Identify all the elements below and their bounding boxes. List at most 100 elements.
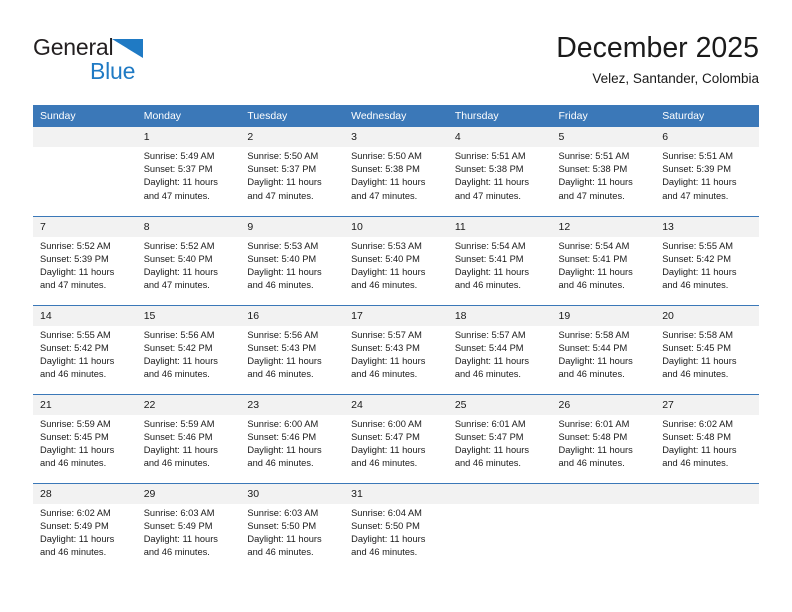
daylight-text-cont: and 46 minutes.	[662, 280, 729, 291]
daylight-text: Daylight: 11 hours	[143, 177, 218, 188]
day-cell[interactable]: 28 Sunrise: 6:02 AM Sunset: 5:49 PM Dayl…	[33, 482, 137, 572]
day-cell[interactable]: 17 Sunrise: 5:57 AM Sunset: 5:43 PM Dayl…	[344, 304, 448, 394]
day-cell[interactable]: 14 Sunrise: 5:55 AM Sunset: 5:42 PM Dayl…	[33, 304, 137, 394]
daylight-text: Daylight: 11 hours	[662, 266, 737, 277]
day-cell[interactable]: 3 Sunrise: 5:50 AM Sunset: 5:38 PM Dayli…	[344, 127, 448, 216]
sunset-text: Sunset: 5:50 PM	[247, 520, 317, 531]
column-header-monday: Monday	[136, 105, 241, 127]
sunset-text: Sunset: 5:43 PM	[247, 342, 317, 353]
day-cell[interactable]: 13 Sunrise: 5:55 AM Sunset: 5:42 PM Dayl…	[655, 215, 759, 305]
day-cell[interactable]: 26 Sunrise: 6:01 AM Sunset: 5:48 PM Dayl…	[551, 393, 656, 483]
daylight-text: Daylight: 11 hours	[662, 177, 737, 188]
daylight-text: Daylight: 11 hours	[351, 444, 426, 455]
logo-triangle-icon	[112, 39, 144, 64]
day-number: 29	[136, 483, 241, 504]
daylight-text: Daylight: 11 hours	[558, 444, 633, 455]
day-number: 6	[655, 127, 759, 147]
day-cell[interactable]: 11 Sunrise: 5:54 AM Sunset: 5:41 PM Dayl…	[447, 215, 552, 305]
day-details: Sunrise: 5:51 AM Sunset: 5:39 PM Dayligh…	[655, 147, 759, 203]
day-cell[interactable]: 2 Sunrise: 5:50 AM Sunset: 5:37 PM Dayli…	[240, 127, 345, 216]
daylight-text: Daylight: 11 hours	[247, 177, 322, 188]
daylight-text: Daylight: 11 hours	[143, 533, 218, 544]
page-subtitle: Velez, Santander, Colombia	[592, 71, 759, 86]
day-number: 20	[655, 305, 759, 326]
day-cell[interactable]: 27 Sunrise: 6:02 AM Sunset: 5:48 PM Dayl…	[655, 393, 759, 483]
day-cell[interactable]: 21 Sunrise: 5:59 AM Sunset: 5:45 PM Dayl…	[33, 393, 137, 483]
daylight-text-cont: and 46 minutes.	[454, 280, 521, 291]
day-cell[interactable]: 20 Sunrise: 5:58 AM Sunset: 5:45 PM Dayl…	[655, 304, 759, 394]
daylight-text-cont: and 46 minutes.	[558, 280, 625, 291]
day-number: 31	[344, 483, 448, 504]
day-cell[interactable]: 29 Sunrise: 6:03 AM Sunset: 5:49 PM Dayl…	[136, 482, 241, 572]
daylight-text-cont: and 46 minutes.	[143, 458, 210, 469]
sunrise-text: Sunrise: 5:57 AM	[454, 329, 526, 340]
day-cell[interactable]: 22 Sunrise: 5:59 AM Sunset: 5:46 PM Dayl…	[136, 393, 241, 483]
day-details: Sunrise: 5:53 AM Sunset: 5:40 PM Dayligh…	[240, 237, 344, 293]
day-number: 17	[344, 305, 448, 326]
page-header: General Blue December 2025 Velez, Santan…	[33, 30, 759, 92]
daylight-text-cont: and 46 minutes.	[143, 369, 210, 380]
sunset-text: Sunset: 5:40 PM	[351, 253, 420, 264]
day-details: Sunrise: 5:52 AM Sunset: 5:40 PM Dayligh…	[137, 237, 241, 293]
day-number: 11	[447, 216, 552, 237]
day-details: Sunrise: 6:01 AM Sunset: 5:48 PM Dayligh…	[552, 415, 656, 471]
day-cell[interactable]: 4 Sunrise: 5:51 AM Sunset: 5:38 PM Dayli…	[447, 127, 552, 216]
day-number: 23	[240, 394, 345, 415]
sunrise-text: Sunrise: 6:03 AM	[143, 507, 215, 518]
day-number: 19	[551, 305, 656, 326]
sunrise-text: Sunrise: 5:52 AM	[40, 240, 111, 251]
column-header-wednesday: Wednesday	[344, 105, 448, 127]
sunset-text: Sunset: 5:41 PM	[454, 253, 524, 264]
day-cell[interactable]: 8 Sunrise: 5:52 AM Sunset: 5:40 PM Dayli…	[136, 215, 241, 305]
day-cell[interactable]: 10 Sunrise: 5:53 AM Sunset: 5:40 PM Dayl…	[344, 215, 448, 305]
generalblue-logo[interactable]: General Blue	[33, 34, 233, 90]
daylight-text-cont: and 46 minutes.	[351, 458, 418, 469]
sunset-text: Sunset: 5:39 PM	[662, 164, 731, 175]
sunrise-text: Sunrise: 6:02 AM	[662, 418, 734, 429]
day-cell[interactable]: 16 Sunrise: 5:56 AM Sunset: 5:43 PM Dayl…	[240, 304, 345, 394]
daylight-text: Daylight: 11 hours	[247, 355, 322, 366]
daylight-text: Daylight: 11 hours	[247, 444, 322, 455]
title-block: December 2025 Velez, Santander, Colombia	[556, 30, 759, 89]
sunrise-text: Sunrise: 6:01 AM	[454, 418, 526, 429]
day-cell[interactable]: 12 Sunrise: 5:54 AM Sunset: 5:41 PM Dayl…	[551, 215, 656, 305]
daylight-text: Daylight: 11 hours	[454, 177, 530, 188]
day-details: Sunrise: 5:50 AM Sunset: 5:38 PM Dayligh…	[344, 147, 448, 203]
day-number: 13	[655, 216, 759, 237]
day-cell[interactable]: 6 Sunrise: 5:51 AM Sunset: 5:39 PM Dayli…	[655, 127, 759, 216]
day-cell[interactable]: 5 Sunrise: 5:51 AM Sunset: 5:38 PM Dayli…	[551, 127, 656, 216]
sunset-text: Sunset: 5:49 PM	[40, 520, 109, 531]
day-cell[interactable]: 15 Sunrise: 5:56 AM Sunset: 5:42 PM Dayl…	[136, 304, 241, 394]
daylight-text: Daylight: 11 hours	[454, 444, 530, 455]
day-number: 15	[136, 305, 241, 326]
day-cell[interactable]: 25 Sunrise: 6:01 AM Sunset: 5:47 PM Dayl…	[447, 393, 552, 483]
daylight-text-cont: and 46 minutes.	[454, 369, 521, 380]
day-cell[interactable]: 1 Sunrise: 5:49 AM Sunset: 5:37 PM Dayli…	[136, 127, 241, 216]
sunrise-text: Sunrise: 5:56 AM	[143, 329, 215, 340]
day-cell[interactable]: 7 Sunrise: 5:52 AM Sunset: 5:39 PM Dayli…	[33, 215, 137, 305]
day-details: Sunrise: 5:53 AM Sunset: 5:40 PM Dayligh…	[344, 237, 448, 293]
sunrise-text: Sunrise: 5:49 AM	[143, 151, 215, 161]
day-cell[interactable]: 23 Sunrise: 6:00 AM Sunset: 5:46 PM Dayl…	[240, 393, 345, 483]
daylight-text: Daylight: 11 hours	[247, 266, 322, 277]
day-details: Sunrise: 5:55 AM Sunset: 5:42 PM Dayligh…	[33, 326, 137, 382]
daylight-text-cont: and 46 minutes.	[247, 547, 314, 558]
day-cell[interactable]: 30 Sunrise: 6:03 AM Sunset: 5:50 PM Dayl…	[240, 482, 345, 572]
daylight-text: Daylight: 11 hours	[247, 533, 322, 544]
day-number: 28	[33, 483, 137, 504]
daylight-text-cont: and 47 minutes.	[351, 190, 418, 201]
day-cell[interactable]: 9 Sunrise: 5:53 AM Sunset: 5:40 PM Dayli…	[240, 215, 345, 305]
day-cell[interactable]: 24 Sunrise: 6:00 AM Sunset: 5:47 PM Dayl…	[344, 393, 448, 483]
daylight-text-cont: and 47 minutes.	[454, 190, 521, 201]
day-cell[interactable]: 31 Sunrise: 6:04 AM Sunset: 5:50 PM Dayl…	[344, 482, 448, 572]
day-cell[interactable]: 19 Sunrise: 5:58 AM Sunset: 5:44 PM Dayl…	[551, 304, 656, 394]
column-header-friday: Friday	[551, 105, 656, 127]
day-details: Sunrise: 5:56 AM Sunset: 5:43 PM Dayligh…	[240, 326, 344, 382]
day-cell[interactable]: 18 Sunrise: 5:57 AM Sunset: 5:44 PM Dayl…	[447, 304, 552, 394]
day-details: Sunrise: 5:54 AM Sunset: 5:41 PM Dayligh…	[448, 237, 552, 293]
daylight-text: Daylight: 11 hours	[143, 444, 218, 455]
day-number: 22	[136, 394, 241, 415]
day-number: 8	[136, 216, 241, 237]
day-details: Sunrise: 5:57 AM Sunset: 5:44 PM Dayligh…	[448, 326, 552, 382]
sunset-text: Sunset: 5:46 PM	[143, 431, 213, 442]
